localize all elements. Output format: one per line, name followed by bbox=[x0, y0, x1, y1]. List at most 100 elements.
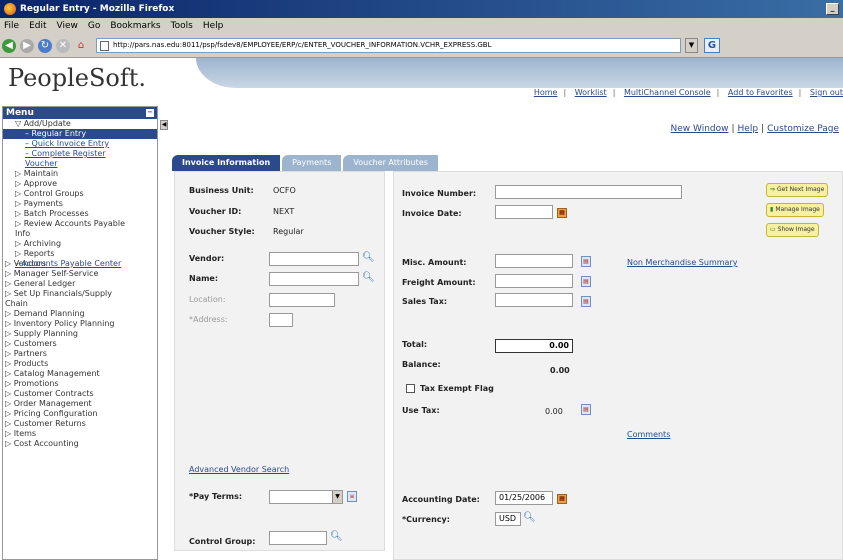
menu-view[interactable]: View bbox=[57, 21, 78, 31]
menu-edit[interactable]: Edit bbox=[29, 21, 46, 31]
menu-go[interactable]: Go bbox=[88, 21, 100, 31]
forward-icon[interactable]: ▶ bbox=[20, 38, 34, 53]
go-icon[interactable]: G bbox=[704, 38, 720, 53]
misc-amount-calculator-icon[interactable]: ▤ bbox=[581, 256, 591, 267]
page-tabs: Invoice Information Payments Voucher Att… bbox=[172, 155, 440, 171]
total-input[interactable]: 0.00 bbox=[495, 339, 573, 353]
menu-item[interactable]: ▷ Inventory Policy Planning bbox=[3, 319, 157, 329]
control-group-input[interactable] bbox=[269, 531, 327, 545]
sales-tax-calculator-icon[interactable]: ▤ bbox=[581, 296, 591, 307]
control-group-label: Control Group: bbox=[189, 537, 256, 546]
pay-terms-select[interactable]: ▼ bbox=[269, 490, 343, 504]
worklist-link[interactable]: Worklist bbox=[575, 88, 607, 97]
menu-item[interactable]: ▷ Cost Accounting bbox=[3, 439, 157, 449]
tax-exempt-checkbox[interactable] bbox=[406, 384, 415, 393]
sales-tax-input[interactable] bbox=[495, 293, 573, 307]
address-input[interactable] bbox=[269, 313, 293, 327]
menu-item[interactable]: Info bbox=[3, 229, 157, 239]
menu-item[interactable]: ▷ Control Groups bbox=[3, 189, 157, 199]
name-input[interactable] bbox=[269, 272, 359, 286]
advanced-vendor-search-link[interactable]: Advanced Vendor Search bbox=[189, 465, 289, 474]
menu-item[interactable]: ▷ General Ledger bbox=[3, 279, 157, 289]
minimize-button[interactable]: _ bbox=[826, 3, 839, 15]
menu-item[interactable]: – Complete Register bbox=[3, 149, 157, 159]
freight-amount-calculator-icon[interactable]: ▤ bbox=[581, 276, 591, 287]
menu-item[interactable]: ▷ Archiving bbox=[3, 239, 157, 249]
invoice-number-input[interactable] bbox=[495, 185, 682, 199]
add-to-favorites-link[interactable]: Add to Favorites bbox=[728, 88, 793, 97]
vendor-lookup-icon[interactable]: 🔍︎ bbox=[362, 252, 375, 264]
menu-item[interactable]: ▷ Payments bbox=[3, 199, 157, 209]
menu-file[interactable]: File bbox=[4, 21, 19, 31]
menu-item[interactable]: – Accounts Payable Center bbox=[3, 259, 121, 269]
pay-terms-detail-icon[interactable]: ≡ bbox=[347, 491, 357, 502]
reload-icon[interactable]: ↻ bbox=[38, 38, 52, 53]
menu-item[interactable]: ▷ Customers bbox=[3, 339, 157, 349]
menu-item[interactable]: ▷ Customer Contracts bbox=[3, 389, 157, 399]
invoice-date-calendar-icon[interactable]: ▦ bbox=[557, 208, 567, 218]
accounting-date-calendar-icon[interactable]: ▦ bbox=[557, 494, 567, 504]
help-link[interactable]: Help bbox=[738, 124, 759, 134]
multichannel-console-link[interactable]: MultiChannel Console bbox=[624, 88, 711, 97]
tab-payments[interactable]: Payments bbox=[282, 155, 342, 171]
menu-item[interactable]: ▷ Partners bbox=[3, 349, 157, 359]
menu-item[interactable]: ▷ Reports bbox=[3, 249, 157, 259]
tax-exempt-label: Tax Exempt Flag bbox=[420, 384, 494, 393]
menu-item[interactable]: ▷ Catalog Management bbox=[3, 369, 157, 379]
stop-icon[interactable]: ✕ bbox=[56, 38, 70, 53]
menu-item[interactable]: ▷ Pricing Configuration bbox=[3, 409, 157, 419]
menu-item[interactable]: ▷ Products bbox=[3, 359, 157, 369]
url-dropdown-icon[interactable]: ▼ bbox=[685, 38, 698, 53]
location-input[interactable] bbox=[269, 293, 335, 307]
currency-lookup-icon[interactable]: 🔍︎ bbox=[523, 512, 536, 524]
menu-item[interactable]: – Regular Entry bbox=[3, 129, 157, 139]
url-bar[interactable]: http://pars.nas.edu:8011/psp/fsdev8/EMPL… bbox=[96, 38, 681, 53]
customize-page-link[interactable]: Customize Page bbox=[767, 124, 839, 134]
back-icon[interactable]: ◀ bbox=[2, 38, 16, 53]
freight-amount-input[interactable] bbox=[495, 274, 573, 288]
menu-item[interactable]: ▷ Promotions bbox=[3, 379, 157, 389]
accounting-date-input[interactable]: 01/25/2006 bbox=[495, 491, 553, 505]
menu-bookmarks[interactable]: Bookmarks bbox=[110, 21, 160, 31]
home-link[interactable]: Home bbox=[534, 88, 558, 97]
menu-item[interactable]: ▷ Order Management bbox=[3, 399, 157, 409]
menu-help[interactable]: Help bbox=[203, 21, 224, 31]
menu-item[interactable]: ▷ Batch Processes bbox=[3, 209, 157, 219]
tab-voucher-attributes[interactable]: Voucher Attributes bbox=[343, 155, 438, 171]
menu-item[interactable]: ▽ Add/Update bbox=[3, 119, 157, 129]
menu-item[interactable]: ▷ Review Accounts Payable bbox=[3, 219, 157, 229]
menu-item[interactable]: ▷ Set Up Financials/Supply bbox=[3, 289, 157, 299]
collapse-menu-icon[interactable]: − bbox=[146, 109, 154, 117]
menu-item[interactable]: ▷ Approve bbox=[3, 179, 157, 189]
menu-scroll-arrow-icon[interactable]: ◀ bbox=[160, 120, 168, 130]
pay-terms-label: *Pay Terms: bbox=[189, 492, 243, 501]
tab-invoice-information[interactable]: Invoice Information bbox=[172, 155, 281, 171]
misc-amount-input[interactable] bbox=[495, 254, 573, 268]
manage-image-button[interactable]: ▮ Manage Image bbox=[766, 203, 824, 217]
menu-item[interactable]: Chain bbox=[3, 299, 157, 309]
invoice-date-input[interactable] bbox=[495, 205, 553, 219]
name-lookup-icon[interactable]: 🔍︎ bbox=[362, 272, 375, 284]
show-image-button[interactable]: ▭ Show Image bbox=[766, 223, 819, 237]
comments-link[interactable]: Comments bbox=[627, 430, 670, 439]
menu-tools[interactable]: Tools bbox=[171, 21, 193, 31]
home-icon[interactable]: ⌂ bbox=[74, 39, 88, 53]
control-group-lookup-icon[interactable]: 🔍︎ bbox=[330, 531, 343, 543]
menu-item[interactable]: – Quick Invoice Entry bbox=[3, 139, 157, 149]
menu-item[interactable]: ▷ Supply Planning bbox=[3, 329, 157, 339]
menu-item[interactable]: ▷ Maintain bbox=[3, 169, 157, 179]
currency-input[interactable]: USD bbox=[495, 512, 521, 526]
menu-item[interactable]: Voucher bbox=[3, 159, 157, 169]
use-tax-calculator-icon[interactable]: ▤ bbox=[581, 404, 591, 415]
non-merchandise-summary-link[interactable]: Non Merchandise Summary bbox=[627, 258, 737, 267]
menu-item[interactable]: ▷ Demand Planning bbox=[3, 309, 157, 319]
vendor-input[interactable] bbox=[269, 252, 359, 266]
menu-item[interactable]: ▷ Customer Returns bbox=[3, 419, 157, 429]
get-next-image-button[interactable]: ⇒ Get Next Image bbox=[766, 183, 829, 197]
new-window-link[interactable]: New Window bbox=[671, 124, 729, 134]
invoice-number-label: Invoice Number: bbox=[402, 189, 477, 198]
page-icon bbox=[100, 41, 109, 51]
menu-item[interactable]: ▷ Manager Self-Service bbox=[3, 269, 157, 279]
menu-item[interactable]: ▷ Items bbox=[3, 429, 157, 439]
sign-out-link[interactable]: Sign out bbox=[810, 88, 843, 97]
